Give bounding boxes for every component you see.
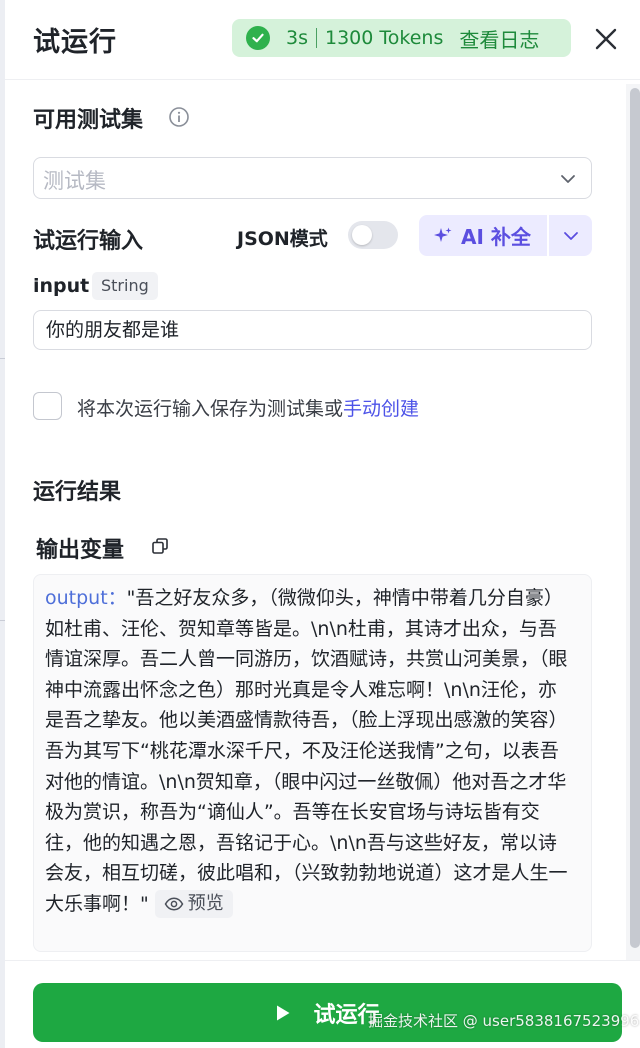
json-mode-toggle[interactable] (348, 221, 398, 249)
toggle-knob (352, 225, 372, 245)
input-variable-name: input (33, 275, 90, 297)
save-testset-checkbox[interactable] (33, 392, 62, 420)
ai-complete-label: AI 补全 (461, 225, 531, 249)
page-title: 试运行 (33, 27, 117, 58)
sparkle-icon (434, 227, 452, 242)
result-title: 运行结果 (33, 480, 122, 505)
view-log-link[interactable]: 查看日志 (459, 24, 539, 53)
json-mode-label: JSON模式 (237, 228, 328, 250)
eye-icon (164, 897, 184, 911)
output-panel: output："吾之好友众多，（微微仰头，神情中带着几分自豪）如杜甫、汪伦、贺知… (33, 574, 592, 952)
preview-label: 预览 (187, 893, 224, 915)
output-key: output： (45, 587, 127, 609)
manual-create-link[interactable]: 手动创建 (343, 398, 419, 420)
run-duration: 3s (286, 27, 308, 49)
ai-complete-button[interactable]: AI 补全 (419, 215, 547, 256)
input-value-field[interactable]: 你的朋友都是谁 (33, 310, 592, 350)
preview-button[interactable]: 预览 (154, 890, 233, 919)
panel-footer: 试运行 (5, 960, 640, 1048)
panel-header: 试运行 3s 1300 Tokens 查看日志 (5, 0, 640, 80)
output-variables-title: 输出变量 (36, 538, 125, 563)
testset-title: 可用测试集 (33, 108, 144, 133)
ai-complete-dropdown[interactable] (549, 215, 592, 256)
scrollbar-thumb[interactable] (630, 88, 640, 948)
test-run-panel: 试运行 3s 1300 Tokens 查看日志 可用测试集 测试集 试运行输入 … (5, 0, 640, 1048)
copy-icon[interactable] (150, 536, 170, 556)
check-circle-icon (246, 26, 270, 50)
run-input-title: 试运行输入 (33, 229, 144, 254)
play-icon (277, 1005, 290, 1020)
testset-select[interactable]: 测试集 (33, 157, 592, 199)
watermark: 掘金技术社区 @ user5838167523996 (368, 1012, 640, 1030)
chevron-down-icon (561, 175, 575, 183)
status-divider (316, 28, 317, 48)
close-icon[interactable] (591, 24, 621, 54)
testset-select-placeholder: 测试集 (43, 169, 106, 193)
token-count: 1300 Tokens (325, 27, 444, 49)
save-testset-label: 将本次运行输入保存为测试集或手动创建 (77, 394, 419, 421)
info-icon[interactable] (168, 106, 190, 128)
save-testset-text: 将本次运行输入保存为测试集或 (77, 398, 344, 420)
chevron-down-icon (563, 231, 578, 240)
output-content: output："吾之好友众多，（微微仰头，神情中带着几分自豪）如杜甫、汪伦、贺知… (45, 583, 575, 920)
output-value: "吾之好友众多，（微微仰头，神情中带着几分自豪）如杜甫、汪伦、贺知章等皆是。\n… (45, 587, 568, 915)
variable-type-tag: String (92, 272, 158, 300)
run-status-badge: 3s 1300 Tokens 查看日志 (232, 19, 571, 57)
